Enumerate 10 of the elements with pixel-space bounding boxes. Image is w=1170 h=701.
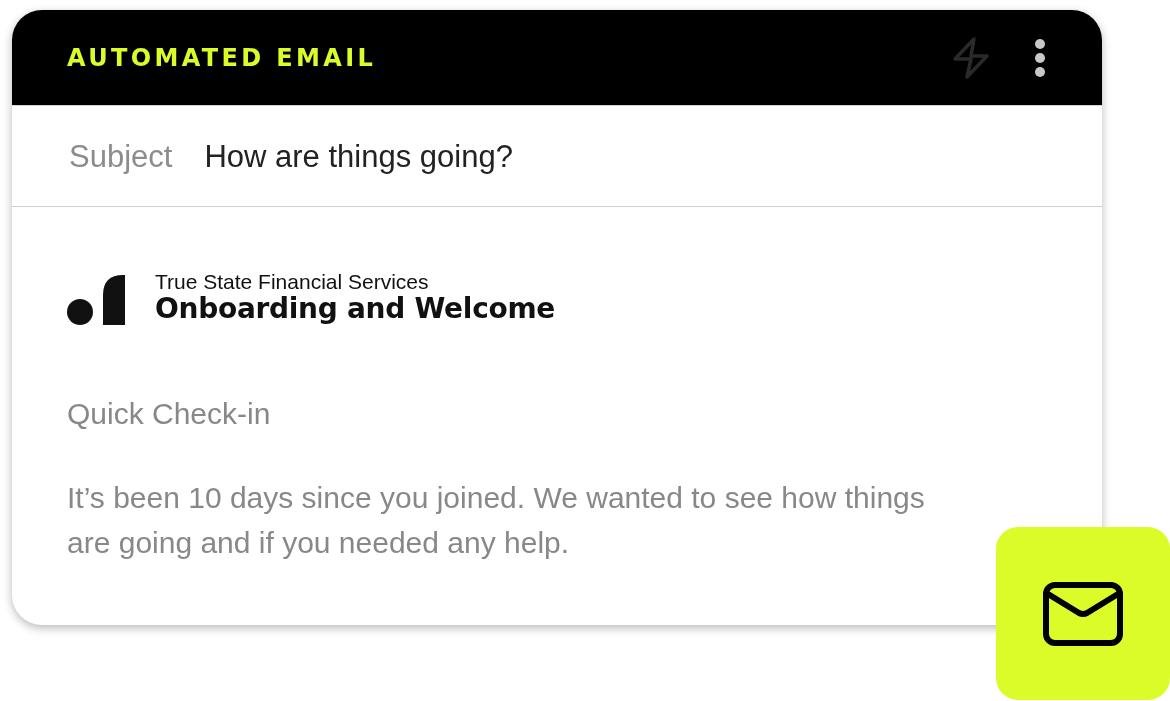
email-heading: Quick Check-in <box>67 397 271 431</box>
organization-name: True State Financial Services <box>155 271 430 293</box>
logo-icon <box>67 275 125 325</box>
email-body: It’s been 10 days since you joined. We wanted to see how things are going and if you needed any help. <box>67 480 926 561</box>
envelope-icon <box>1043 582 1123 646</box>
campaign-name: Onboarding and Welcome <box>155 293 556 325</box>
more-icon[interactable] <box>1034 37 1046 78</box>
card-title: AUTOMATED EMAIL <box>67 45 377 70</box>
subject-value: How are things going? <box>204 140 513 172</box>
subject-label: Subject <box>69 140 173 172</box>
